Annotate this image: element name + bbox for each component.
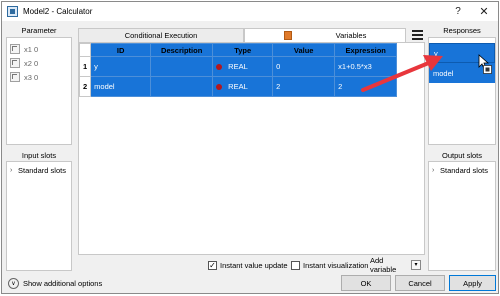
chevron-down-icon[interactable]: ▾ <box>411 259 421 270</box>
apply-button[interactable]: Apply <box>449 275 496 291</box>
help-button[interactable]: ? <box>444 2 472 21</box>
chevron-right-icon[interactable]: › <box>432 167 440 174</box>
table-row[interactable]: 1 y REAL 0 x1+0.5*x3 <box>78 56 398 77</box>
hamburger-menu-icon[interactable] <box>412 30 423 40</box>
output-slots-panel: › Standard slots <box>428 161 496 271</box>
input-slots-panel: › Standard slots <box>6 161 72 271</box>
row-number: 2 <box>78 76 92 97</box>
type-indicator-icon <box>216 64 223 71</box>
parameter-item-x2[interactable]: x2 0 <box>7 56 71 70</box>
tab-conditional-execution[interactable]: Conditional Execution <box>78 28 244 42</box>
chevron-down-circle-icon[interactable]: ∨ <box>8 278 19 289</box>
cell-description[interactable] <box>150 56 214 77</box>
table-row[interactable]: 2 model REAL 2 2 <box>78 76 398 97</box>
parameter-panel: x1 0 x2 0 x3 0 <box>6 37 72 145</box>
input-standard-slots-item[interactable]: › Standard slots <box>7 164 71 176</box>
parameter-label: x2 0 <box>24 58 39 68</box>
parameter-icon <box>10 58 20 68</box>
parameter-item-x3[interactable]: x3 0 <box>7 70 71 84</box>
parameter-panel-title: Parameter <box>21 26 57 35</box>
close-button[interactable]: ✕ <box>470 2 498 21</box>
calculator-window: Model2 - Calculator ? ✕ Parameter x1 0 x… <box>1 1 499 294</box>
parameter-icon <box>10 72 20 82</box>
tree-item-label: Standard slots <box>18 165 66 175</box>
column-header-type[interactable]: Type <box>212 43 274 57</box>
ok-button[interactable]: OK <box>341 275 391 291</box>
drag-handle-icon <box>483 65 492 74</box>
add-variable-dropdown[interactable]: Add variable ▾ <box>368 255 423 274</box>
parameter-label: x1 0 <box>24 44 39 54</box>
annotation-arrow-icon <box>361 55 443 92</box>
cancel-button[interactable]: Cancel <box>395 275 445 291</box>
column-header-id[interactable]: ID <box>90 43 152 57</box>
cell-value[interactable]: 2 <box>272 76 336 97</box>
instant-visualization-option[interactable]: Instant visualization <box>291 261 368 270</box>
row-number: 1 <box>78 56 92 77</box>
output-slots-title: Output slots <box>441 151 483 160</box>
instant-visualization-checkbox[interactable] <box>291 261 300 270</box>
table-header-row: ID Description Type Value Expression <box>78 43 398 57</box>
parameter-label: x3 0 <box>24 72 39 82</box>
table-corner <box>78 43 92 57</box>
type-label: REAL <box>228 82 248 91</box>
tree-item-label: Standard slots <box>440 165 488 175</box>
type-label: REAL <box>228 62 248 71</box>
cell-id[interactable]: model <box>90 76 152 97</box>
input-slots-title: Input slots <box>21 151 57 160</box>
cell-type[interactable]: REAL <box>212 76 274 97</box>
column-header-description[interactable]: Description <box>150 43 214 57</box>
responses-panel-title: Responses <box>443 26 481 35</box>
instant-visualization-label: Instant visualization <box>303 261 369 270</box>
cell-type[interactable]: REAL <box>212 56 274 77</box>
cell-value[interactable]: 0 <box>272 56 336 77</box>
add-variable-label: Add variable <box>370 255 397 274</box>
cell-description[interactable] <box>150 76 214 97</box>
variables-icon <box>283 31 292 40</box>
column-header-value[interactable]: Value <box>272 43 336 57</box>
instant-value-update-checkbox[interactable]: ✓ <box>208 261 217 270</box>
show-additional-options-toggle[interactable]: ∨ Show additional options <box>8 278 102 289</box>
parameter-item-x1[interactable]: x1 0 <box>7 42 71 56</box>
tab-label: Variables <box>335 31 367 40</box>
calculator-app-icon <box>7 6 18 17</box>
parameter-icon <box>10 44 20 54</box>
instant-value-update-label: Instant value update <box>220 261 288 270</box>
cell-id[interactable]: y <box>90 56 152 77</box>
type-indicator-icon <box>216 84 223 91</box>
output-standard-slots-item[interactable]: › Standard slots <box>429 164 495 176</box>
window-title: Model2 - Calculator <box>23 7 93 16</box>
show-additional-options-label: Show additional options <box>23 279 103 288</box>
chevron-right-icon[interactable]: › <box>10 167 18 174</box>
tab-variables[interactable]: Variables <box>244 28 406 42</box>
tab-label: Conditional Execution <box>124 31 198 40</box>
title-bar: Model2 - Calculator ? ✕ <box>2 2 498 21</box>
instant-value-update-option[interactable]: ✓ Instant value update <box>208 261 288 270</box>
